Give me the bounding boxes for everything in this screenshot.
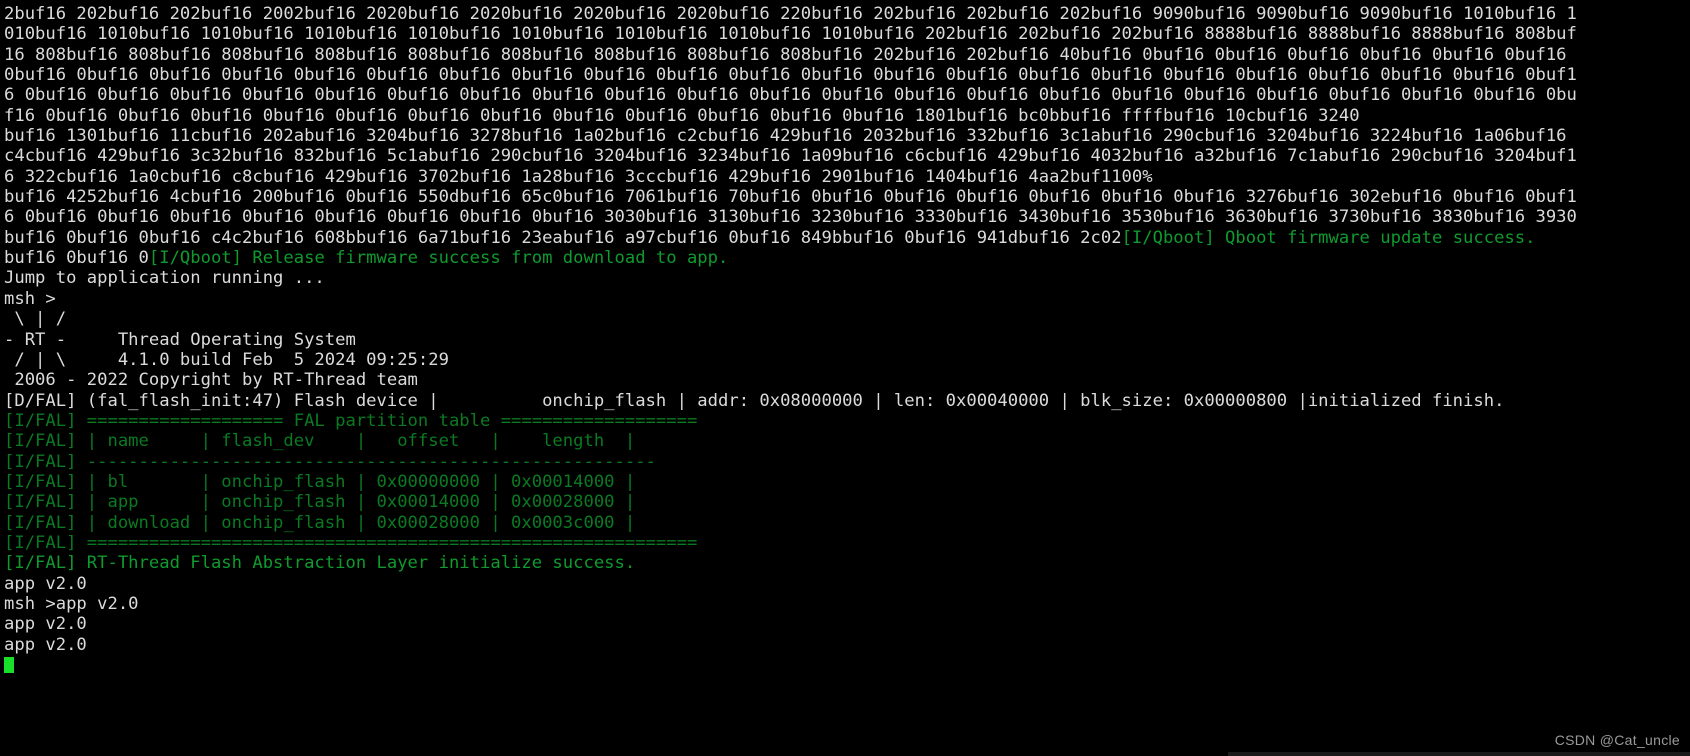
terminal-line: buf16 0buf16 0buf16 c4c2buf16 608bbuf16 … — [4, 228, 1690, 248]
terminal-line — [4, 655, 1690, 675]
terminal-line: buf16 0buf16 0[I/Qboot] Release firmware… — [4, 248, 1690, 268]
terminal-line: 0buf16 0buf16 0buf16 0buf16 0buf16 0buf1… — [4, 65, 1690, 85]
terminal-line: c4cbuf16 429buf16 3c32buf16 832buf16 5c1… — [4, 146, 1690, 166]
terminal-text-segment: [I/FAL] RT-Thread Flash Abstraction Laye… — [4, 553, 636, 574]
terminal-text-segment: 6 322cbuf16 1a0cbuf16 c8cbuf16 429buf16 … — [4, 166, 1153, 187]
terminal-text-segment: 2buf16 202buf16 202buf16 2002buf16 2020b… — [4, 4, 1577, 24]
text-cursor — [4, 657, 15, 673]
terminal-line: [I/FAL] =================== FAL partitio… — [4, 411, 1690, 431]
terminal-text-segment: msh >app v2.0 — [4, 593, 139, 614]
terminal-text-segment: 16 808buf16 808buf16 808buf16 808buf16 8… — [4, 44, 1567, 65]
terminal-line: [I/FAL] --------------------------------… — [4, 452, 1690, 472]
terminal-line: buf16 1301buf16 11cbuf16 202abuf16 3204b… — [4, 126, 1690, 146]
terminal-text-segment: [I/FAL] =================== FAL partitio… — [4, 410, 698, 431]
terminal-line: Jump to application running ... — [4, 268, 1690, 288]
terminal-text-segment: [I/Qboot] Qboot firmware update success. — [1121, 227, 1536, 248]
terminal-text-segment: [D/FAL] (fal_flash_init:47) Flash device… — [4, 390, 1505, 411]
terminal-line: 16 808buf16 808buf16 808buf16 808buf16 8… — [4, 45, 1690, 65]
terminal-text-segment: f16 0buf16 0buf16 0buf16 0buf16 0buf16 0… — [4, 105, 1360, 126]
terminal-line: \ | / — [4, 309, 1690, 329]
terminal-line: 6 0buf16 0buf16 0buf16 0buf16 0buf16 0bu… — [4, 207, 1690, 227]
terminal-text-segment: buf16 1301buf16 11cbuf16 202abuf16 3204b… — [4, 126, 1567, 147]
terminal-line: 6 322cbuf16 1a0cbuf16 c8cbuf16 429buf16 … — [4, 167, 1690, 187]
terminal-text-segment: c4cbuf16 429buf16 3c32buf16 832buf16 5c1… — [4, 146, 1577, 167]
terminal-text-segment: buf16 4252buf16 4cbuf16 200buf16 0buf16 … — [4, 187, 1577, 208]
terminal-line: / | \ 4.1.0 build Feb 5 2024 09:25:29 — [4, 350, 1690, 370]
terminal-text-segment: app v2.0 — [4, 634, 87, 655]
terminal-text-segment: buf16 0buf16 0buf16 c4c2buf16 608bbuf16 … — [4, 227, 1122, 248]
terminal-text-segment: buf16 0buf16 0 — [4, 248, 149, 269]
terminal-line: [I/FAL] | app | onchip_flash | 0x0001400… — [4, 492, 1690, 512]
terminal-text-segment: [I/FAL] ================================… — [4, 532, 698, 553]
terminal-line: [I/FAL] | bl | onchip_flash | 0x00000000… — [4, 472, 1690, 492]
terminal-line: [D/FAL] (fal_flash_init:47) Flash device… — [4, 391, 1690, 411]
terminal-text-segment: \ | / — [4, 309, 67, 330]
terminal-text-segment: [I/FAL] | bl | onchip_flash | 0x00000000… — [4, 471, 636, 492]
terminal-window[interactable]: 2buf16 202buf16 202buf16 2002buf16 2020b… — [0, 0, 1690, 756]
terminal-line: 010buf16 1010buf16 1010buf16 1010buf16 1… — [4, 24, 1690, 44]
terminal-text-segment: 6 0buf16 0buf16 0buf16 0buf16 0buf16 0bu… — [4, 207, 1577, 228]
terminal-line: msh >app v2.0 — [4, 594, 1690, 614]
taskbar-sliver — [1228, 752, 1690, 756]
watermark-label: CSDN @Cat_uncle — [1554, 732, 1680, 748]
terminal-line: - RT - Thread Operating System — [4, 330, 1690, 350]
terminal-text-segment: [I/Qboot] Release firmware success from … — [148, 248, 729, 269]
terminal-text-segment: [I/FAL] | name | flash_dev | offset | le… — [4, 431, 636, 452]
terminal-text-segment: / | \ 4.1.0 build Feb 5 2024 09:25:29 — [4, 349, 449, 370]
terminal-text-segment: app v2.0 — [4, 614, 87, 635]
terminal-text-segment: 6 0buf16 0buf16 0buf16 0buf16 0buf16 0bu… — [4, 85, 1577, 106]
terminal-line: msh > — [4, 289, 1690, 309]
terminal-line: [I/FAL] RT-Thread Flash Abstraction Laye… — [4, 553, 1690, 573]
terminal-text-segment: [I/FAL] | download | onchip_flash | 0x00… — [4, 512, 636, 533]
terminal-line: [I/FAL] ================================… — [4, 533, 1690, 553]
terminal-text-segment: - RT - Thread Operating System — [4, 329, 356, 350]
terminal-line: buf16 4252buf16 4cbuf16 200buf16 0buf16 … — [4, 187, 1690, 207]
terminal-line: [I/FAL] | name | flash_dev | offset | le… — [4, 431, 1690, 451]
terminal-text-segment: [I/FAL] | app | onchip_flash | 0x0001400… — [4, 492, 636, 513]
terminal-text-segment: 010buf16 1010buf16 1010buf16 1010buf16 1… — [4, 24, 1577, 45]
terminal-text-segment: msh > — [4, 288, 56, 309]
terminal-text-segment: Jump to application running ... — [4, 268, 325, 289]
terminal-line: app v2.0 — [4, 574, 1690, 594]
terminal-text-segment: 0buf16 0buf16 0buf16 0buf16 0buf16 0buf1… — [4, 65, 1577, 86]
terminal-line: app v2.0 — [4, 614, 1690, 634]
terminal-line: 6 0buf16 0buf16 0buf16 0buf16 0buf16 0bu… — [4, 85, 1690, 105]
terminal-text-segment: [I/FAL] --------------------------------… — [4, 451, 656, 472]
terminal-text-segment: 2006 - 2022 Copyright by RT-Thread team — [4, 370, 418, 391]
terminal-line: 2buf16 202buf16 202buf16 2002buf16 2020b… — [4, 4, 1690, 24]
terminal-line: app v2.0 — [4, 635, 1690, 655]
terminal-text-segment: app v2.0 — [4, 573, 87, 594]
terminal-line: 2006 - 2022 Copyright by RT-Thread team — [4, 370, 1690, 390]
terminal-output-area[interactable]: 2buf16 202buf16 202buf16 2002buf16 2020b… — [0, 0, 1690, 675]
terminal-line: f16 0buf16 0buf16 0buf16 0buf16 0buf16 0… — [4, 106, 1690, 126]
terminal-line: [I/FAL] | download | onchip_flash | 0x00… — [4, 513, 1690, 533]
